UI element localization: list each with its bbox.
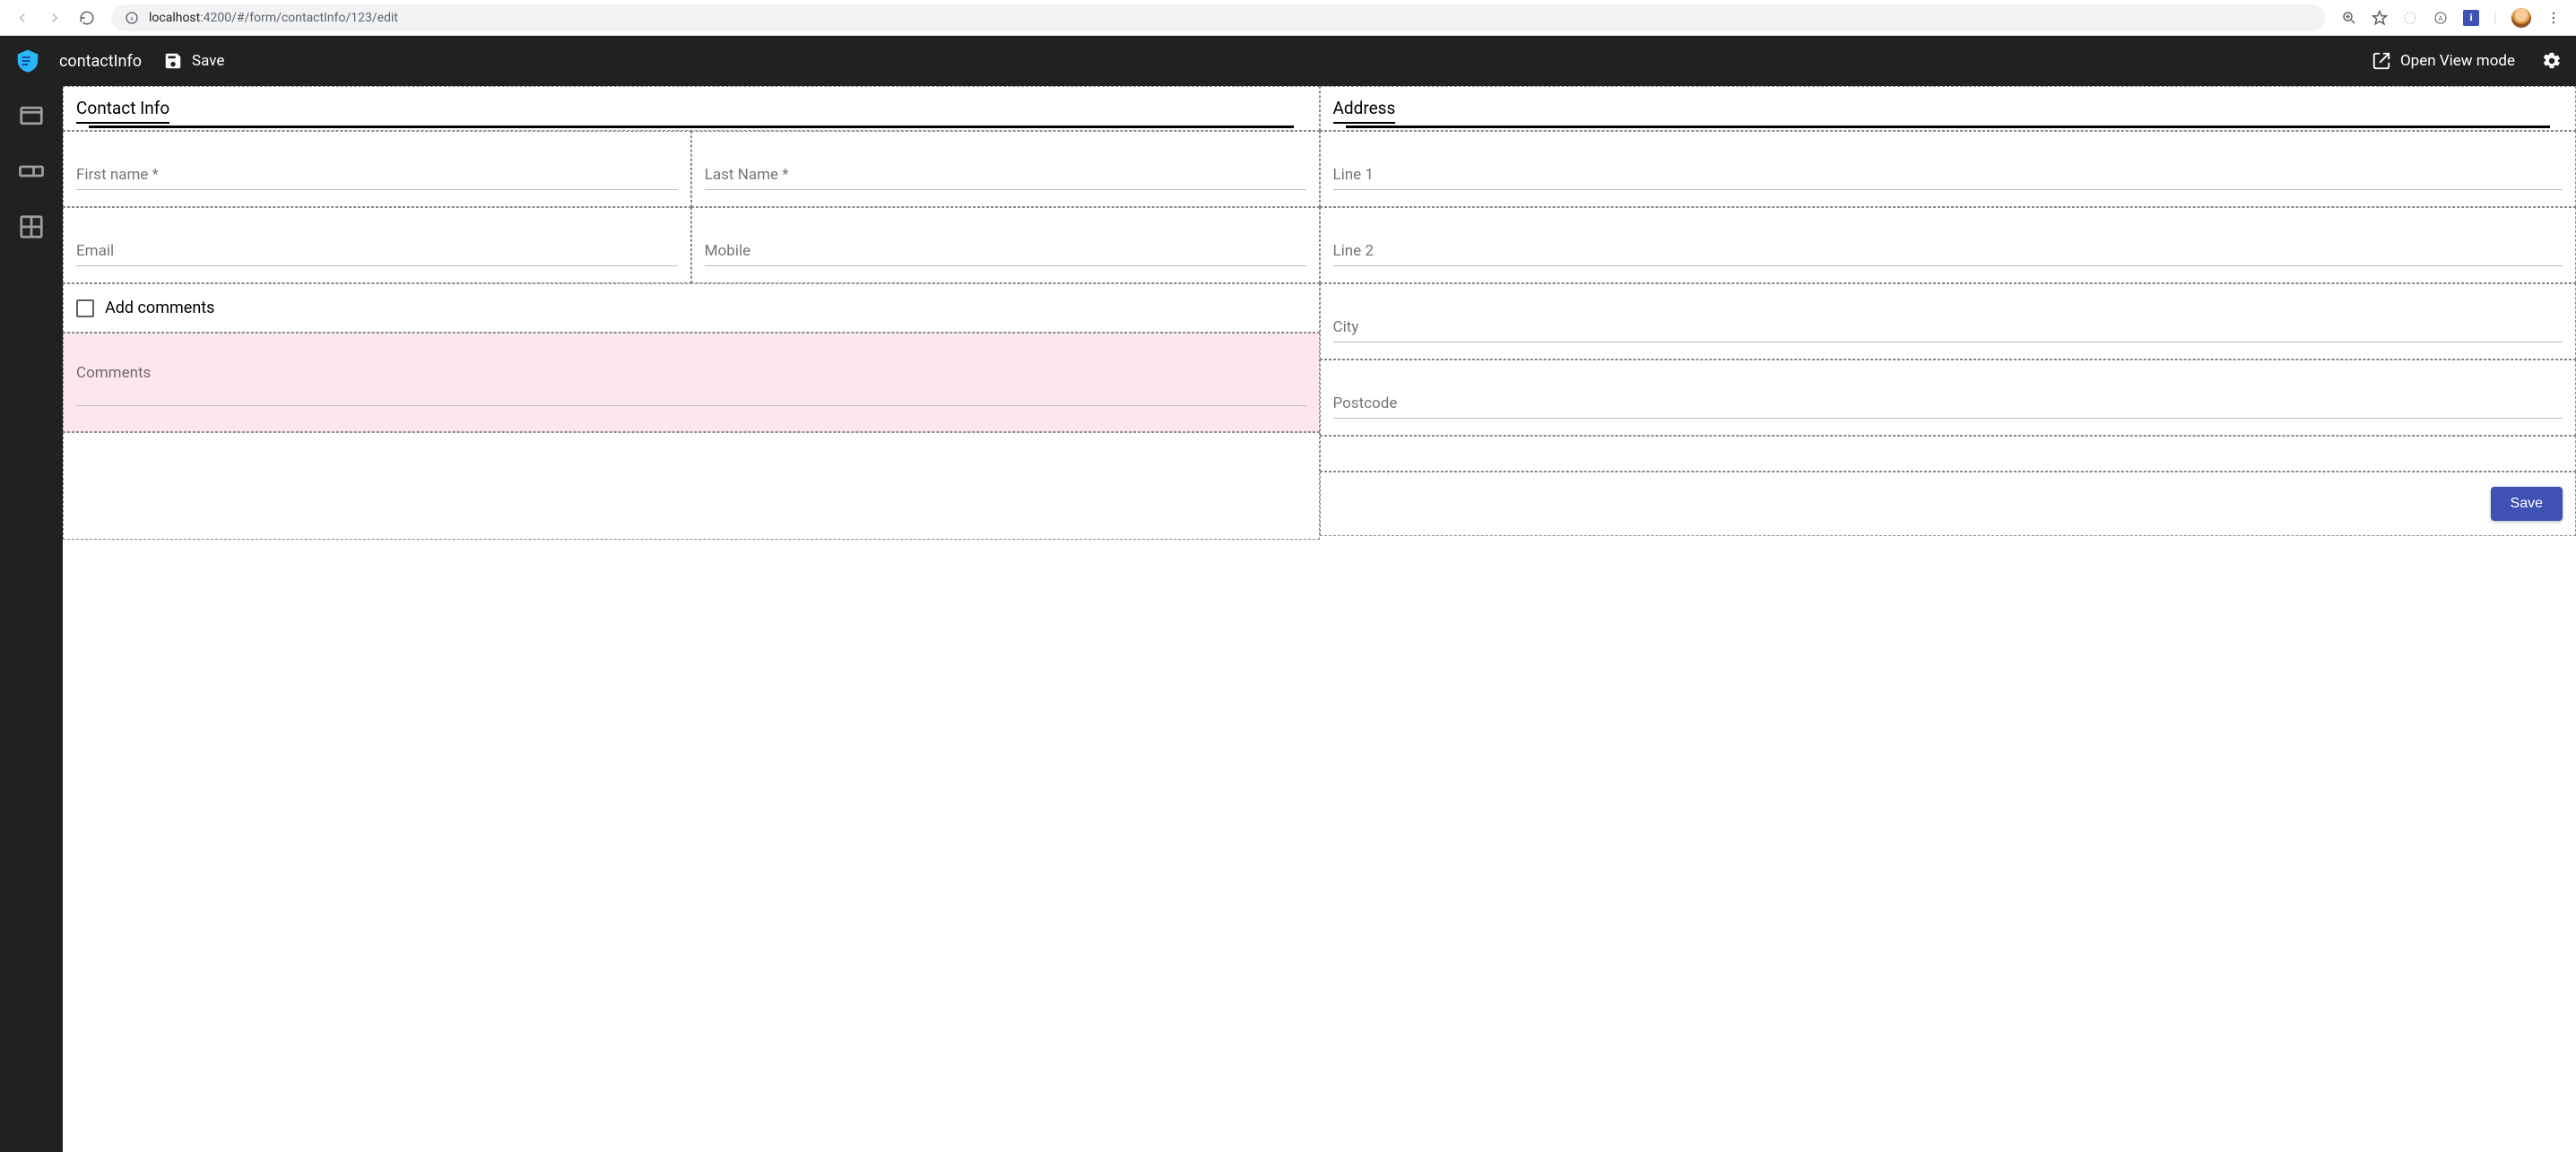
line2-cell[interactable]: Line 2 <box>1320 207 2576 283</box>
address-title: Address <box>1333 98 1396 124</box>
postcode-cell[interactable]: Postcode <box>1320 359 2576 436</box>
rail-grid-icon[interactable] <box>16 212 47 242</box>
left-rail <box>0 86 63 1152</box>
open-in-new-icon <box>2372 51 2391 71</box>
zoom-icon[interactable] <box>2341 10 2357 26</box>
app-logo-icon <box>14 48 41 74</box>
rail-input-icon[interactable] <box>16 156 47 186</box>
line2-label: Line 2 <box>1333 242 2563 260</box>
add-comments-label: Add comments <box>105 299 214 317</box>
address-header-cell[interactable]: Address <box>1320 86 2576 131</box>
last-name-cell[interactable]: Last Name * <box>691 131 1320 207</box>
last-name-label: Last Name * <box>705 166 1306 184</box>
save-button[interactable]: Save <box>158 48 230 74</box>
line2-input[interactable] <box>1333 265 2563 266</box>
left-empty-cell[interactable] <box>63 432 1320 540</box>
email-input[interactable] <box>76 265 678 266</box>
kebab-menu-icon[interactable] <box>2546 10 2562 26</box>
email-cell[interactable]: Email <box>63 207 691 283</box>
save-icon <box>163 51 183 71</box>
save-button-cell[interactable]: Save <box>1320 472 2576 536</box>
city-cell[interactable]: City <box>1320 283 2576 359</box>
form-canvas: Contact Info First name * Last Name * Em… <box>63 86 2576 1152</box>
mobile-cell[interactable]: Mobile <box>691 207 1320 283</box>
comments-textarea[interactable] <box>76 405 1306 406</box>
profile-avatar[interactable] <box>2511 8 2531 28</box>
postcode-input[interactable] <box>1333 418 2563 419</box>
add-comments-checkbox[interactable] <box>76 299 94 317</box>
line1-cell[interactable]: Line 1 <box>1320 131 2576 207</box>
line1-input[interactable] <box>1333 189 2563 190</box>
contact-info-title: Contact Info <box>76 98 169 124</box>
line1-label: Line 1 <box>1333 166 2563 184</box>
svg-text:A: A <box>2439 14 2443 22</box>
app-header: contactInfo Save Open View mode <box>0 36 2576 86</box>
save-button-label: Save <box>192 52 224 70</box>
open-view-mode-button[interactable]: Open View mode <box>2366 48 2520 74</box>
contact-info-rule <box>89 126 1294 128</box>
contact-info-header-cell[interactable]: Contact Info <box>63 86 1320 131</box>
mobile-label: Mobile <box>705 242 1306 260</box>
forward-icon[interactable] <box>47 10 63 26</box>
extension-badge-icon[interactable]: i <box>2463 10 2479 26</box>
comments-label: Comments <box>76 364 1306 382</box>
extension-a-icon[interactable]: A <box>2433 10 2449 26</box>
right-empty-cell[interactable] <box>1320 436 2576 472</box>
postcode-label: Postcode <box>1333 394 2563 412</box>
browser-toolbar: localhost:4200/#/form/contactInfo/123/ed… <box>0 0 2576 36</box>
form-save-button[interactable]: Save <box>2491 487 2563 521</box>
right-column: Address Line 1 Line 2 City Postcode <box>1320 86 2576 1152</box>
open-view-mode-label: Open View mode <box>2400 52 2515 70</box>
extension-circle-icon[interactable] <box>2402 10 2418 26</box>
url-text: localhost:4200/#/form/contactInfo/123/ed… <box>149 11 398 25</box>
app-title: contactInfo <box>59 52 142 71</box>
left-column: Contact Info First name * Last Name * Em… <box>63 86 1320 1152</box>
back-icon[interactable] <box>14 10 30 26</box>
address-rule <box>1346 126 2551 128</box>
bookmark-star-icon[interactable] <box>2372 10 2388 26</box>
rail-window-icon[interactable] <box>16 100 47 131</box>
mobile-input[interactable] <box>705 265 1306 266</box>
reload-icon[interactable] <box>79 10 95 26</box>
first-name-cell[interactable]: First name * <box>63 131 691 207</box>
first-name-input[interactable] <box>76 189 678 190</box>
site-info-icon[interactable] <box>124 10 140 26</box>
first-name-label: First name * <box>76 166 678 184</box>
city-label: City <box>1333 318 2563 336</box>
comments-cell[interactable]: Comments <box>63 333 1320 432</box>
address-bar[interactable]: localhost:4200/#/form/contactInfo/123/ed… <box>111 4 2325 31</box>
settings-gear-icon[interactable] <box>2542 51 2562 71</box>
add-comments-cell[interactable]: Add comments <box>63 283 1320 333</box>
email-label: Email <box>76 242 678 260</box>
last-name-input[interactable] <box>705 189 1306 190</box>
